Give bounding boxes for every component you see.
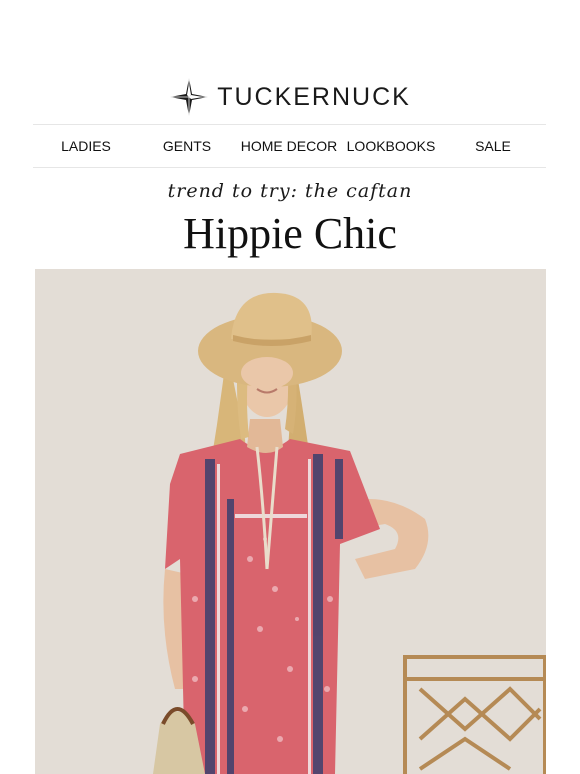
nav-item-lookbooks[interactable]: LOOKBOOKS	[347, 125, 436, 167]
main-nav: LADIES GENTS HOME DECOR LOOKBOOKS SALE	[33, 124, 546, 168]
nav-item-gents[interactable]: GENTS	[163, 125, 211, 167]
compass-star-icon	[170, 78, 209, 116]
hero-photo	[35, 269, 546, 774]
trend-kicker: trend to try: the caftan	[167, 180, 413, 202]
page-headline: Hippie Chic	[183, 209, 397, 258]
brand-name: TUCKERNUCK	[217, 82, 411, 111]
nav-item-ladies[interactable]: LADIES	[61, 125, 111, 167]
nav-item-home-decor[interactable]: HOME DECOR	[241, 125, 337, 167]
nav-item-sale[interactable]: SALE	[475, 125, 511, 167]
brand-logo-link[interactable]: TUCKERNUCK	[0, 72, 580, 122]
hero-image-link[interactable]	[35, 269, 546, 774]
